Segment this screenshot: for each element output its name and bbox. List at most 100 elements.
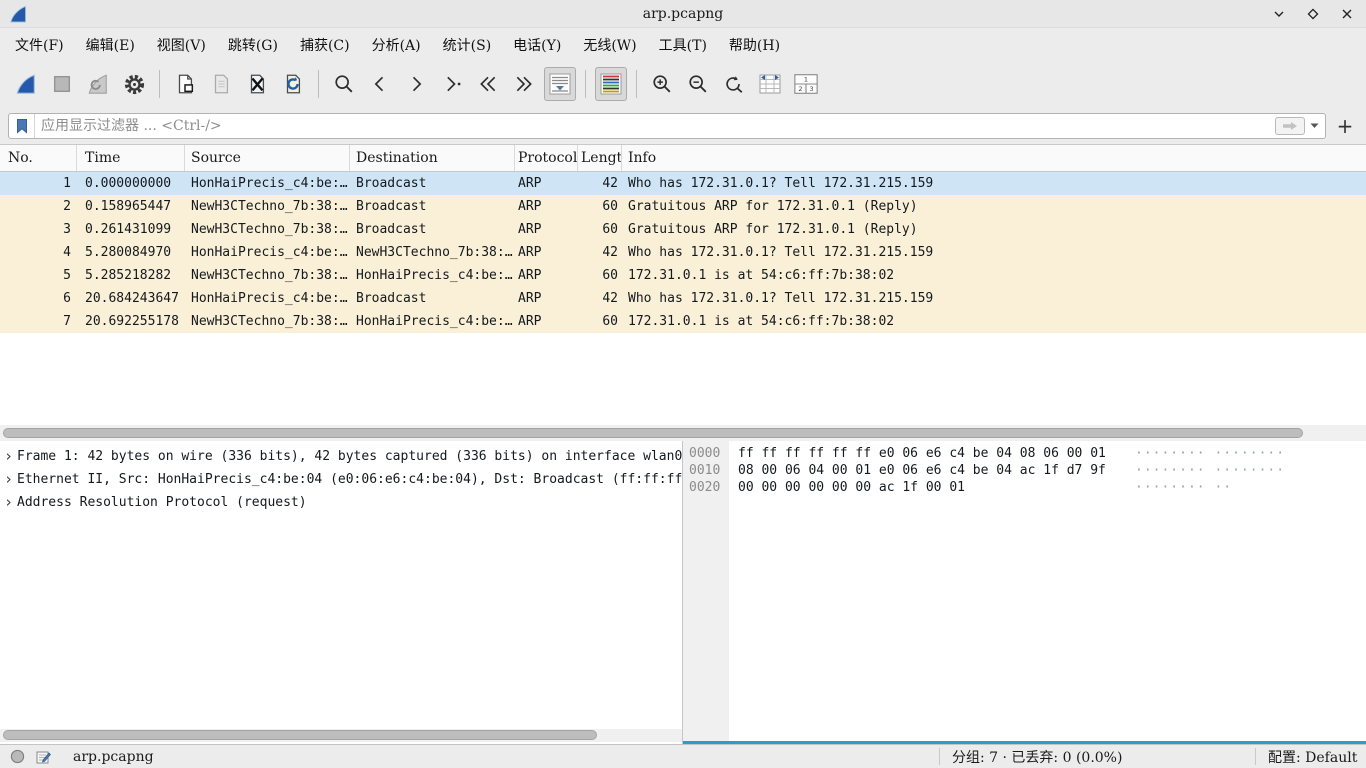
- cell-protocol: ARP: [515, 268, 578, 283]
- packet-row-4[interactable]: 4 5.280084970 HonHaiPrecis_c4:be:… NewH3…: [0, 241, 1366, 264]
- column-header-length[interactable]: Length: [578, 145, 622, 171]
- hex-row-0020[interactable]: 0020 00 00 00 00 00 00 ac 1f 00 01 ·····…: [683, 479, 1366, 496]
- details-hscrollbar[interactable]: [0, 729, 682, 742]
- statusbar-separator: [1255, 748, 1256, 765]
- scrollbar-thumb[interactable]: [3, 428, 1303, 438]
- maximize-button[interactable]: [1304, 5, 1322, 23]
- start-capture-fin-icon: [15, 73, 37, 95]
- minimize-button[interactable]: [1270, 5, 1288, 23]
- statusbar-profile[interactable]: 配置: Default: [1268, 745, 1357, 768]
- scrollbar-thumb[interactable]: [3, 730, 597, 740]
- hex-bytes: 00 00 00 00 00 00 ac 1f 00 01: [738, 479, 965, 496]
- column-header-source[interactable]: Source: [185, 145, 350, 171]
- filter-dropdown-button[interactable]: [1307, 114, 1321, 138]
- svg-text:2: 2: [798, 85, 802, 93]
- find-packet-button[interactable]: [328, 67, 360, 101]
- cell-destination: Broadcast: [350, 291, 515, 306]
- go-to-packet-button[interactable]: [436, 67, 468, 101]
- packet-row-5[interactable]: 5 5.285218282 NewH3CTechno_7b:38:… HonHa…: [0, 264, 1366, 287]
- toolbar-separator: [585, 70, 586, 98]
- detail-row-ethernet[interactable]: › Ethernet II, Src: HonHaiPrecis_c4:be:0…: [0, 468, 682, 491]
- detail-row-arp[interactable]: › Address Resolution Protocol (request): [0, 491, 682, 514]
- cell-length: 60: [578, 222, 622, 237]
- cell-destination: NewH3CTechno_7b:38:…: [350, 245, 515, 260]
- open-file-button[interactable]: [169, 67, 201, 101]
- autoscroll-toggle[interactable]: [544, 67, 576, 101]
- cell-source: NewH3CTechno_7b:38:…: [185, 222, 350, 237]
- hex-ascii: ········ ········: [1135, 462, 1285, 479]
- layout-chooser-button[interactable]: 1 2 3: [790, 67, 822, 101]
- cell-info: 172.31.0.1 is at 54:c6:ff:7b:38:02: [622, 268, 1366, 283]
- packet-row-1[interactable]: 1 0.000000000 HonHaiPrecis_c4:be:… Broad…: [0, 172, 1366, 195]
- close-file-button[interactable]: [241, 67, 273, 101]
- capture-comment-icon[interactable]: [35, 749, 51, 765]
- menu-go[interactable]: 跳转(G): [217, 30, 289, 60]
- title-bar: arp.pcapng: [0, 0, 1366, 28]
- column-header-destination[interactable]: Destination: [350, 145, 515, 171]
- colorize-toggle[interactable]: [595, 67, 627, 101]
- close-button[interactable]: [1338, 5, 1356, 23]
- capture-options-button[interactable]: [118, 67, 150, 101]
- menu-help[interactable]: 帮助(H): [718, 30, 791, 60]
- toolbar-separator: [318, 70, 319, 98]
- packet-row-7[interactable]: 7 20.692255178 NewH3CTechno_7b:38:… HonH…: [0, 310, 1366, 333]
- zoom-reset-button[interactable]: [718, 67, 750, 101]
- menu-telephony[interactable]: 电话(Y): [502, 30, 572, 60]
- restart-capture-button[interactable]: [82, 67, 114, 101]
- packet-row-3[interactable]: 3 0.261431099 NewH3CTechno_7b:38:… Broad…: [0, 218, 1366, 241]
- display-filter-input[interactable]: [35, 118, 1275, 134]
- expand-chevron-icon[interactable]: ›: [0, 445, 17, 468]
- filter-bookmark-button[interactable]: [9, 114, 35, 138]
- save-file-button[interactable]: [205, 67, 237, 101]
- menu-tools[interactable]: 工具(T): [648, 30, 718, 60]
- save-file-icon: [210, 73, 232, 95]
- menu-statistics[interactable]: 统计(S): [432, 30, 503, 60]
- toolbar-separator: [636, 70, 637, 98]
- status-bar: arp.pcapng 分组: 7 · 已丢弃: 0 (0.0%) 配置: Def…: [0, 744, 1366, 768]
- cell-info: Gratuitous ARP for 172.31.0.1 (Reply): [622, 199, 1366, 214]
- cell-source: HonHaiPrecis_c4:be:…: [185, 245, 350, 260]
- go-forward-button[interactable]: [400, 67, 432, 101]
- packet-row-2[interactable]: 2 0.158965447 NewH3CTechno_7b:38:… Broad…: [0, 195, 1366, 218]
- menu-view[interactable]: 视图(V): [146, 30, 217, 60]
- start-capture-button[interactable]: [10, 67, 42, 101]
- column-header-info[interactable]: Info: [622, 145, 1366, 171]
- hex-row-0000[interactable]: 0000 ff ff ff ff ff ff e0 06 e6 c4 be 04…: [683, 445, 1366, 462]
- autoscroll-icon: [548, 72, 572, 96]
- zoom-out-button[interactable]: [682, 67, 714, 101]
- hex-row-0010[interactable]: 0010 08 00 06 04 00 01 e0 06 e6 c4 be 04…: [683, 462, 1366, 479]
- detail-text: Address Resolution Protocol (request): [17, 491, 307, 514]
- column-header-time[interactable]: Time: [77, 145, 185, 171]
- menu-edit[interactable]: 编辑(E): [75, 30, 146, 60]
- cell-time: 5.285218282: [77, 268, 185, 283]
- detail-row-frame[interactable]: › Frame 1: 42 bytes on wire (336 bits), …: [0, 445, 682, 468]
- menu-bar: 文件(F) 编辑(E) 视图(V) 跳转(G) 捕获(C) 分析(A) 统计(S…: [0, 28, 1366, 61]
- expand-chevron-icon[interactable]: ›: [0, 491, 17, 514]
- stop-capture-button[interactable]: [46, 67, 78, 101]
- go-first-button[interactable]: [472, 67, 504, 101]
- apply-filter-button[interactable]: [1275, 117, 1305, 135]
- column-header-no[interactable]: No.: [0, 145, 77, 171]
- gear-icon: [123, 73, 146, 96]
- packet-list-hscrollbar[interactable]: [0, 425, 1366, 441]
- cell-no: 1: [0, 176, 77, 191]
- go-back-button[interactable]: [364, 67, 396, 101]
- reload-file-button[interactable]: [277, 67, 309, 101]
- menu-file[interactable]: 文件(F): [4, 30, 75, 60]
- expert-info-icon[interactable]: [10, 749, 25, 764]
- close-file-icon: [246, 73, 268, 95]
- resize-columns-button[interactable]: [754, 67, 786, 101]
- menu-analyze[interactable]: 分析(A): [361, 30, 432, 60]
- expand-chevron-icon[interactable]: ›: [0, 468, 17, 491]
- menu-wireless[interactable]: 无线(W): [572, 30, 647, 60]
- column-header-protocol[interactable]: Protocol: [515, 145, 578, 171]
- cell-protocol: ARP: [515, 291, 578, 306]
- go-last-button[interactable]: [508, 67, 540, 101]
- zoom-in-button[interactable]: [646, 67, 678, 101]
- cell-info: 172.31.0.1 is at 54:c6:ff:7b:38:02: [622, 314, 1366, 329]
- packet-row-6[interactable]: 6 20.684243647 HonHaiPrecis_c4:be:… Broa…: [0, 287, 1366, 310]
- menu-capture[interactable]: 捕获(C): [289, 30, 361, 60]
- add-filter-button[interactable]: +: [1332, 113, 1358, 139]
- double-chevron-left-icon: [477, 74, 499, 94]
- cell-protocol: ARP: [515, 199, 578, 214]
